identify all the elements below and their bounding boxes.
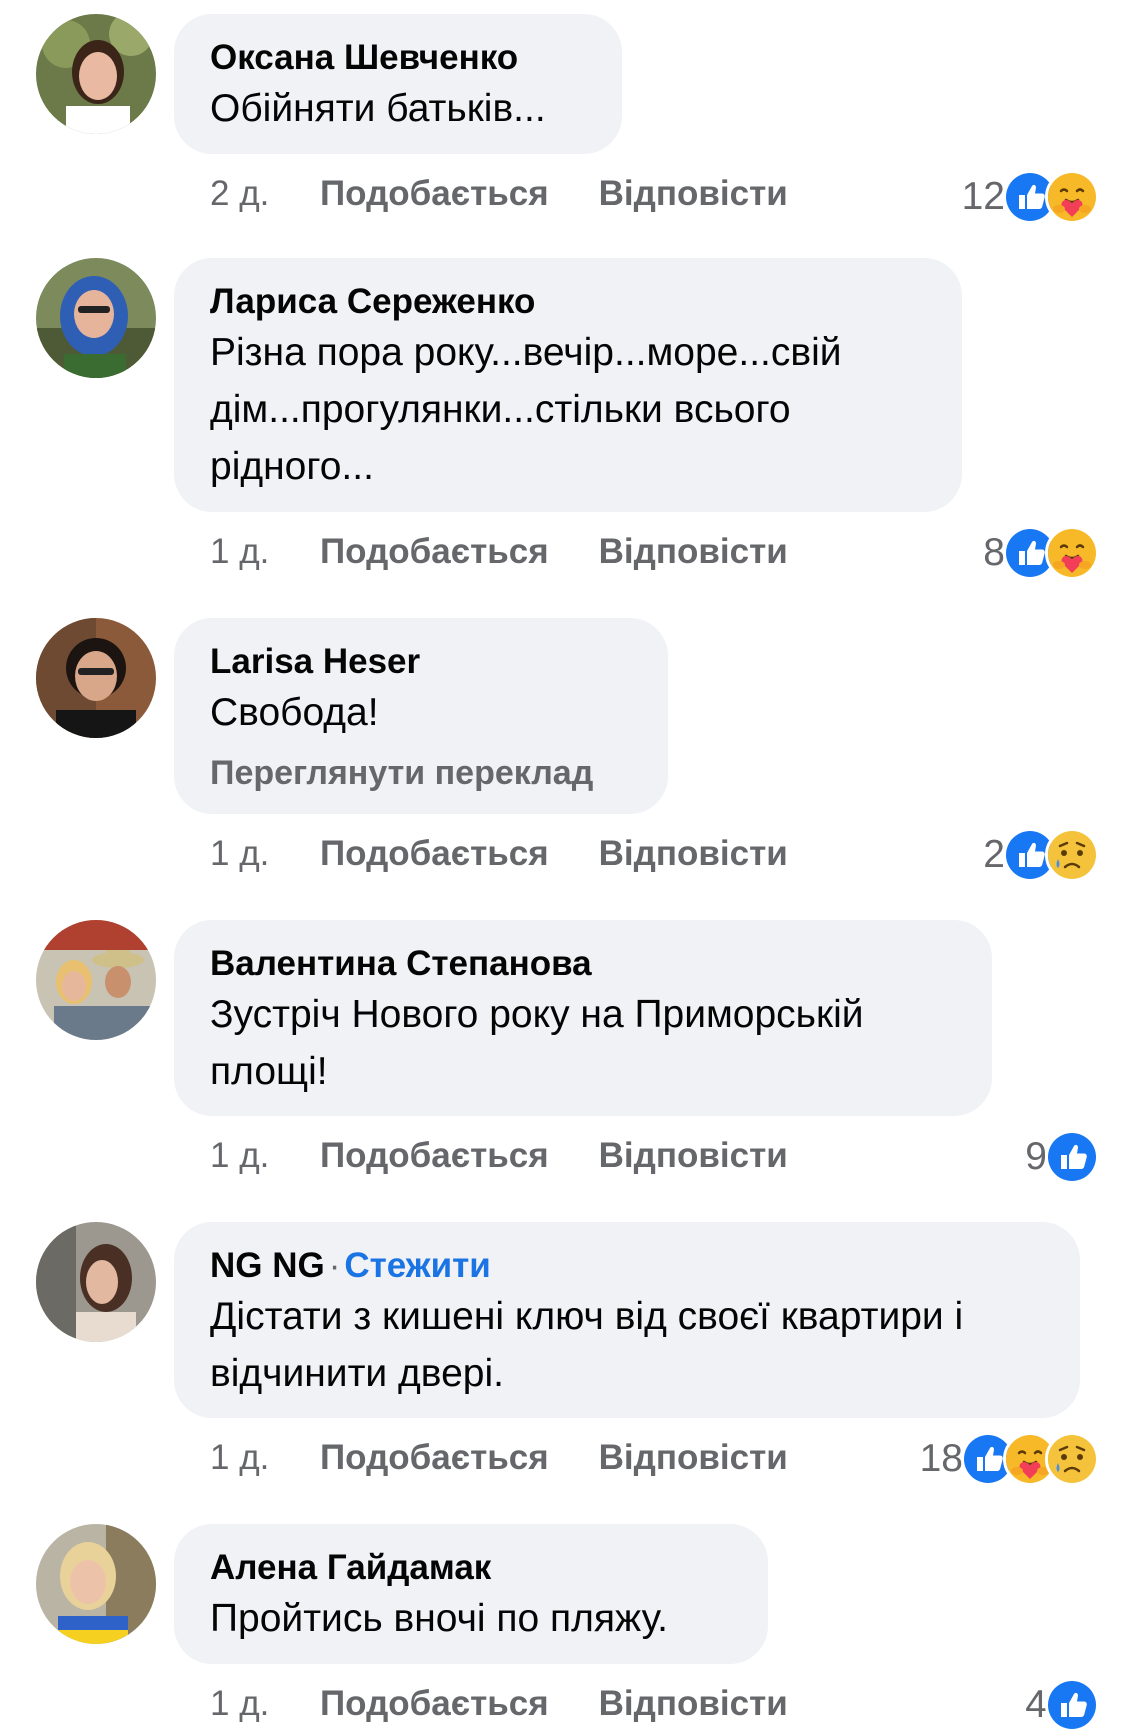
avatar-photo [36, 258, 156, 378]
reaction-count: 12 [961, 175, 1005, 218]
reply-button[interactable]: Відповісти [599, 1682, 788, 1726]
reaction-count: 9 [1025, 1135, 1047, 1178]
reaction-summary[interactable]: 9 [1025, 1130, 1099, 1184]
comment-author[interactable]: Валентина Степанова [210, 942, 956, 986]
care-icon [1045, 526, 1099, 580]
sad-icon [1045, 828, 1099, 882]
comment-time[interactable]: 1 д. [210, 530, 320, 574]
comment-bubble: Оксана Шевченко Обійняти батьків... [174, 14, 622, 154]
like-button[interactable]: Подобається [320, 1682, 549, 1726]
avatar-photo [36, 1524, 156, 1644]
comment-bubble: Валентина Степанова Зустріч Нового року … [174, 920, 992, 1116]
like-icon [1045, 1130, 1099, 1184]
avatar[interactable] [36, 14, 156, 134]
reply-button[interactable]: Відповісти [599, 1134, 788, 1178]
separator-dot: · [328, 1246, 341, 1285]
reaction-count: 2 [983, 833, 1005, 876]
avatar[interactable] [36, 1524, 156, 1644]
comment-author[interactable]: Лариса Сереженко [210, 280, 926, 324]
like-button[interactable]: Подобається [320, 1134, 549, 1178]
avatar-photo [36, 618, 156, 738]
comment-time[interactable]: 1 д. [210, 1436, 320, 1480]
reaction-count: 18 [919, 1437, 963, 1480]
comment-actions: 1 д. Подобається Відповісти [210, 1682, 788, 1726]
comment-text: Зустріч Нового року на Приморській площі… [210, 993, 864, 1093]
like-button[interactable]: Подобається [320, 172, 549, 216]
comment-bubble: Larisa Heser Свобода! Переглянути перекл… [174, 618, 668, 814]
follow-button[interactable]: Стежити [344, 1246, 490, 1285]
comment-author[interactable]: Оксана Шевченко [210, 36, 586, 80]
comment-bubble: NG NG · Стежити Дістати з кишені ключ від … [174, 1222, 1080, 1418]
like-button[interactable]: Подобається [320, 1436, 549, 1480]
reaction-summary[interactable]: 4 [1025, 1678, 1099, 1732]
comment-time[interactable]: 2 д. [210, 172, 320, 216]
comment-author[interactable]: Алена Гайдамак [210, 1546, 732, 1590]
like-button[interactable]: Подобається [320, 530, 549, 574]
avatar[interactable] [36, 1222, 156, 1342]
care-icon [1045, 170, 1099, 224]
comment-actions: 1 д. Подобається Відповісти [210, 1436, 788, 1480]
comment-actions: 2 д. Подобається Відповісти [210, 172, 788, 216]
comment-author[interactable]: Larisa Heser [210, 640, 632, 684]
sad-icon [1045, 1432, 1099, 1486]
comment-time[interactable]: 1 д. [210, 1682, 320, 1726]
reaction-summary[interactable]: 2 [983, 828, 1099, 882]
reaction-summary[interactable]: 8 [983, 526, 1099, 580]
comment-text: Дістати з кишені ключ від своєї квартири… [210, 1295, 964, 1395]
comment-text: Пройтись вночі по пляжу. [210, 1597, 669, 1640]
see-translation-link[interactable]: Переглянути переклад [210, 751, 632, 795]
avatar[interactable] [36, 258, 156, 378]
reply-button[interactable]: Відповісти [599, 530, 788, 574]
comment-time[interactable]: 1 д. [210, 832, 320, 876]
reply-button[interactable]: Відповісти [599, 1436, 788, 1480]
author-name[interactable]: NG NG [210, 1246, 325, 1285]
avatar[interactable] [36, 920, 156, 1040]
reaction-summary[interactable]: 12 [961, 170, 1099, 224]
avatar[interactable] [36, 618, 156, 738]
comment-bubble: Лариса Сереженко Різна пора року...вечір… [174, 258, 962, 512]
comment-text: Свобода! [210, 691, 379, 734]
reply-button[interactable]: Відповісти [599, 832, 788, 876]
comment-text: Різна пора року...вечір...море...свій ді… [210, 331, 842, 488]
reaction-count: 8 [983, 531, 1005, 574]
comment-actions: 1 д. Подобається Відповісти [210, 832, 788, 876]
comment-actions: 1 д. Подобається Відповісти [210, 530, 788, 574]
avatar-photo [36, 1222, 156, 1342]
like-icon [1045, 1678, 1099, 1732]
comment-time[interactable]: 1 д. [210, 1134, 320, 1178]
reaction-count: 4 [1025, 1683, 1047, 1726]
comment-bubble: Алена Гайдамак Пройтись вночі по пляжу. [174, 1524, 768, 1664]
reply-button[interactable]: Відповісти [599, 172, 788, 216]
comment-actions: 1 д. Подобається Відповісти [210, 1134, 788, 1178]
reaction-summary[interactable]: 18 [919, 1432, 1099, 1486]
like-button[interactable]: Подобається [320, 832, 549, 876]
avatar-photo [36, 920, 156, 1040]
avatar-photo [36, 14, 156, 134]
comment-author: NG NG · Стежити [210, 1244, 1044, 1288]
comment-text: Обійняти батьків... [210, 87, 546, 130]
